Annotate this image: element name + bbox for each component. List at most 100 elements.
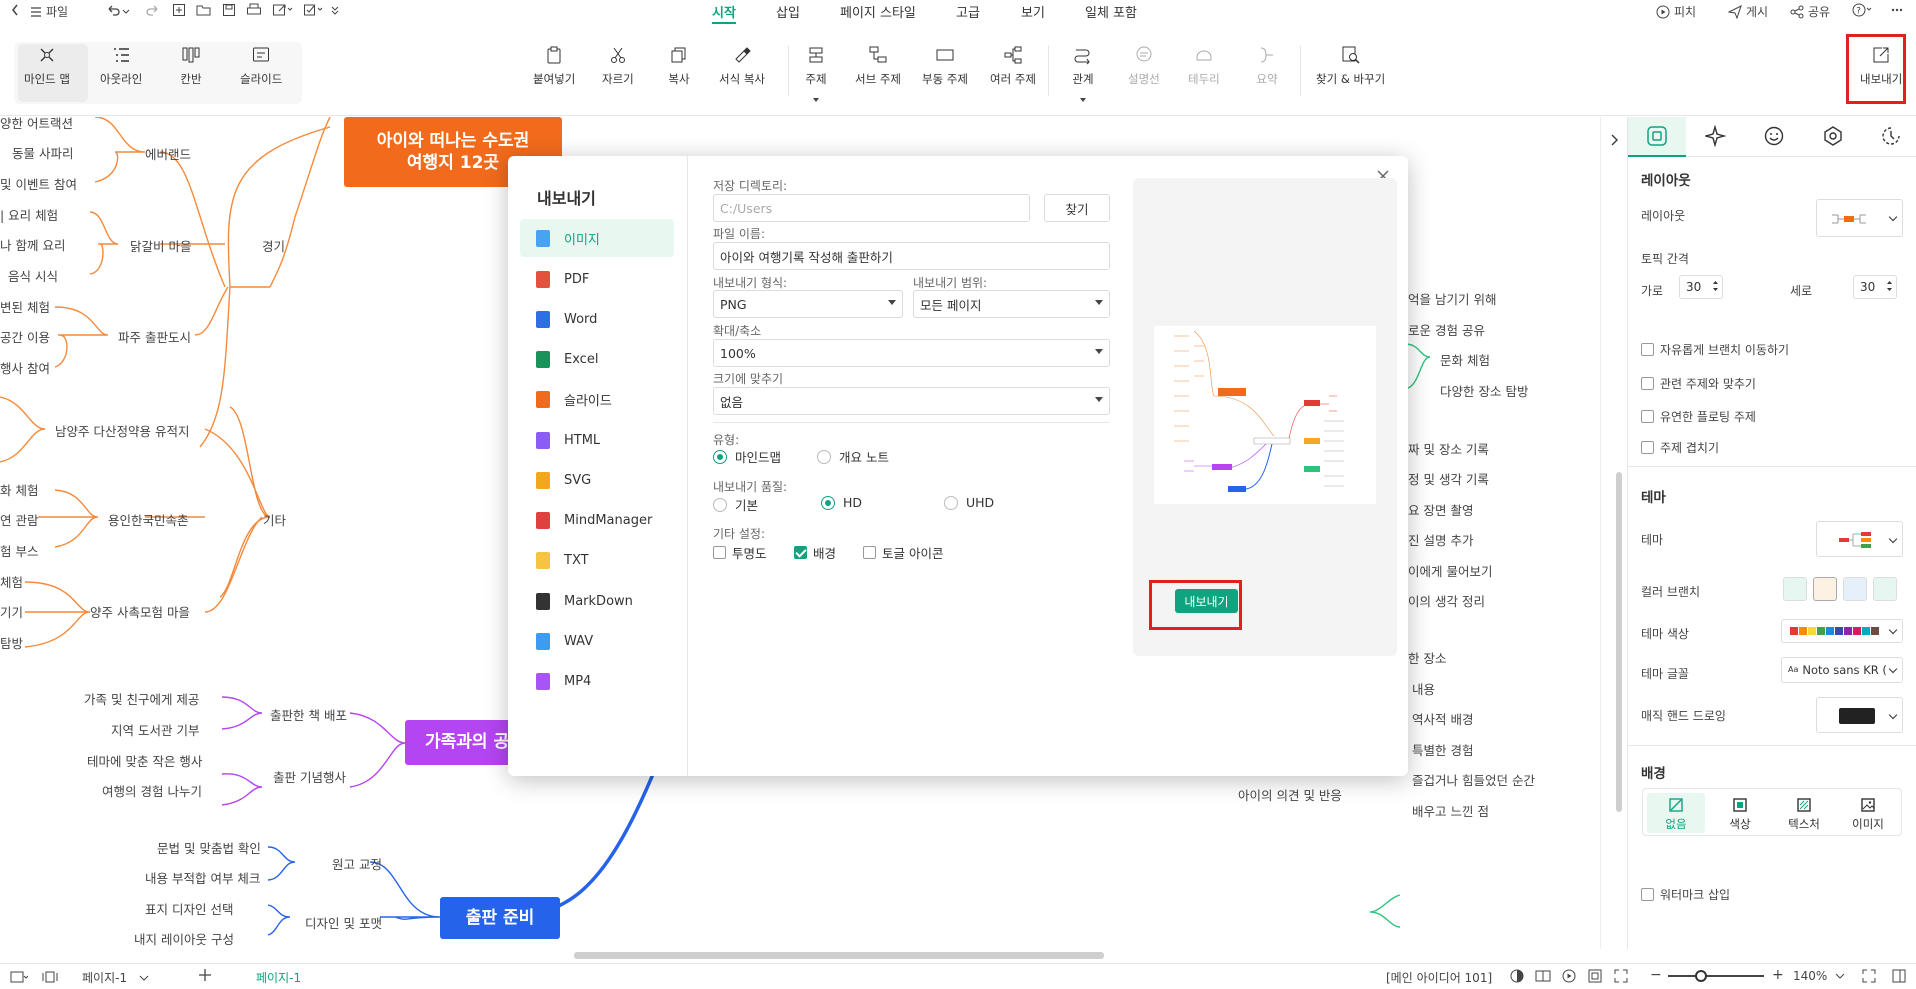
color-branch-option[interactable]	[1843, 577, 1867, 601]
tab-page-style[interactable]: 페이지 스타일	[840, 2, 916, 21]
collapse-panel-icon[interactable]	[1609, 133, 1619, 150]
type-outline-radio[interactable]: 개요 노트	[817, 447, 889, 466]
format-html[interactable]: HTML	[520, 421, 674, 459]
theme-font-dropdown[interactable]: Aa Noto sans KR (	[1781, 657, 1903, 683]
mindmap-node[interactable]: 용인한국민속촌	[108, 510, 189, 529]
background-checkbox[interactable]: 배경	[794, 543, 836, 562]
mindmap-node[interactable]: 동물 사파리	[12, 143, 73, 162]
open-folder-icon[interactable]	[196, 3, 212, 20]
theme-color-dropdown[interactable]	[1781, 619, 1903, 643]
vertical-scrollbar[interactable]	[1616, 472, 1622, 812]
subtopic-button[interactable]: 서브 주제	[855, 44, 901, 87]
tab-insert[interactable]: 삽입	[776, 2, 800, 21]
zoom-slider[interactable]	[1668, 975, 1764, 977]
format-mp4[interactable]: MP4	[520, 662, 674, 700]
emoji-icon[interactable]	[1763, 125, 1785, 150]
mindmap-node[interactable]: 배우고 느낀 점	[1412, 801, 1489, 820]
relationship-button[interactable]: 관계	[1072, 44, 1094, 106]
fit-screen-icon[interactable]	[1862, 969, 1876, 986]
mindmap-node[interactable]: 내용	[1412, 679, 1435, 698]
pitch-button[interactable]: 피치	[1656, 3, 1696, 20]
filename-input[interactable]: 아이와 여행기록 작성해 출판하기	[713, 242, 1110, 270]
horizontal-scrollbar[interactable]	[574, 952, 1104, 959]
multiple-topics-button[interactable]: 여러 주제	[990, 44, 1036, 87]
bg-option-texture[interactable]: 텍스처	[1775, 793, 1833, 833]
mindmap-node[interactable]: 로운 경험 공유	[1408, 320, 1485, 339]
mindmap-node[interactable]: 아이의 의견 및 반응	[1238, 785, 1342, 804]
mindmap-node[interactable]: 파주 출판도시	[118, 327, 191, 346]
tab-advanced[interactable]: 고급	[956, 2, 980, 21]
zoom-out-icon[interactable]: −	[1650, 967, 1662, 983]
tab-view[interactable]: 보기	[1021, 2, 1045, 21]
vertical-spacing-input[interactable]: 30	[1853, 275, 1897, 299]
mindmap-node[interactable]: 지역 도서관 기부	[111, 720, 199, 739]
color-branch-option[interactable]	[1783, 577, 1807, 601]
new-file-icon[interactable]	[172, 3, 186, 20]
free-branch-checkbox[interactable]: 자유롭게 브랜치 이동하기	[1641, 341, 1789, 358]
save-dir-input[interactable]: C:/Users	[713, 194, 1030, 222]
mindmap-node[interactable]: 출판한 책 배포	[270, 705, 347, 724]
zoom-select[interactable]: 100%	[713, 339, 1110, 367]
mindmap-node[interactable]: 특별한 경험	[1412, 740, 1473, 759]
format-mindmanager[interactable]: MindManager	[520, 501, 674, 539]
format-slides[interactable]: 슬라이드	[520, 380, 674, 418]
mindmap-node[interactable]: 억을 남기기 위해	[1408, 289, 1496, 308]
mindmap-node[interactable]: 연 관람	[0, 510, 38, 529]
help-button[interactable]: ?	[1852, 3, 1874, 17]
mindmap-node[interactable]: 내용 부적합 여부 체크	[145, 868, 260, 887]
mindmap-node[interactable]: 이에게 물어보기	[1408, 561, 1492, 580]
summary-button[interactable]: 요약	[1256, 44, 1278, 87]
format-painter-button[interactable]: 서식 복사	[719, 44, 765, 87]
mindmap-node[interactable]: 이의 생각 정리	[1408, 591, 1485, 610]
mindmap-node[interactable]: 출판 기념행사	[273, 767, 346, 786]
task-icon[interactable]	[303, 3, 325, 20]
mindmap-node[interactable]: 기기	[0, 602, 23, 621]
mindmap-node[interactable]: 행사 참여	[0, 358, 50, 377]
undo-icon[interactable]	[105, 3, 121, 20]
view-kanban-button[interactable]: 칸반	[180, 44, 202, 87]
format-excel[interactable]: Excel	[520, 340, 674, 378]
layout-dropdown[interactable]	[1816, 199, 1903, 237]
mindmap-node[interactable]: 남양주 다산정약용 유적지	[55, 421, 189, 440]
back-icon[interactable]	[10, 3, 20, 17]
bg-option-image[interactable]: 이미지	[1839, 793, 1897, 833]
fit-page-icon[interactable]	[1588, 969, 1602, 986]
print-icon[interactable]	[246, 3, 262, 20]
format-image[interactable]: 이미지	[520, 219, 674, 257]
bg-option-color[interactable]: 색상	[1711, 793, 1769, 833]
fit-select[interactable]: 없음	[713, 387, 1110, 415]
mindmap-node[interactable]: 짜 및 장소 기록	[1408, 439, 1489, 458]
format-wav[interactable]: WAV	[520, 622, 674, 660]
flexible-floating-checkbox[interactable]: 유연한 플로팅 주제	[1641, 408, 1756, 425]
quality-uhd-radio[interactable]: UHD	[944, 495, 994, 510]
boundary-button[interactable]: 테두리	[1188, 44, 1220, 87]
page-settings-icon[interactable]	[10, 970, 29, 987]
quality-hd-radio[interactable]: HD	[821, 495, 862, 510]
transparency-checkbox[interactable]: 투명도	[713, 543, 767, 562]
panel-tab-layout[interactable]	[1628, 117, 1686, 157]
redo-icon[interactable]	[145, 3, 161, 20]
tab-all-in-one[interactable]: 일체 포함	[1085, 2, 1137, 21]
mindmap-node[interactable]: 문화 체험	[1440, 350, 1490, 369]
find-replace-button[interactable]: 찾기 & 바꾸기	[1316, 44, 1385, 87]
export-small-icon[interactable]	[272, 3, 294, 20]
horizontal-spacing-input[interactable]: 30	[1679, 275, 1723, 299]
zoom-in-icon[interactable]: +	[1772, 967, 1784, 983]
tab-home[interactable]: 시작	[712, 2, 736, 24]
view-outline-button[interactable]: 아웃라인	[100, 44, 142, 87]
save-icon[interactable]	[222, 3, 236, 20]
quality-basic-radio[interactable]: 기본	[713, 495, 758, 514]
zoom-slider-handle[interactable]	[1695, 970, 1707, 982]
page-selector[interactable]: 페이지-1	[82, 969, 149, 986]
theme-badge-icon[interactable]	[1822, 125, 1844, 150]
mindmap-node[interactable]: 가족 및 친구에게 제공	[84, 689, 199, 708]
mindmap-node[interactable]: 화 체험	[0, 480, 38, 499]
mindmap-node[interactable]: | 요리 체험	[0, 205, 58, 224]
format-markdown[interactable]: MarkDown	[520, 582, 674, 620]
mindmap-node[interactable]: 역사적 배경	[1412, 709, 1473, 728]
share-button[interactable]: 공유	[1790, 3, 1830, 20]
bg-option-none[interactable]: 없음	[1647, 793, 1705, 833]
mindmap-node[interactable]: 디자인 및 포맷	[305, 913, 382, 932]
format-pdf[interactable]: PDF	[520, 260, 674, 298]
mindmap-node[interactable]: 여행의 경험 나누기	[102, 781, 202, 800]
